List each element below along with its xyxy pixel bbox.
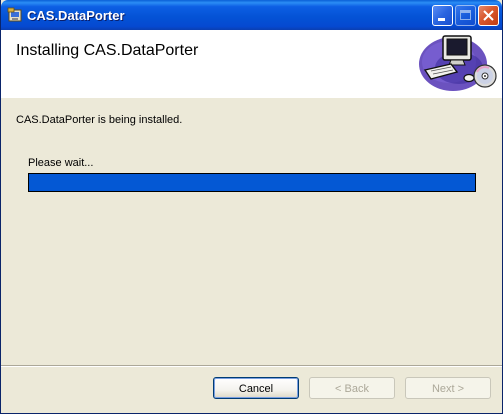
next-button[interactable]: Next > xyxy=(405,377,491,399)
title-bar[interactable]: CAS.DataPorter xyxy=(1,0,502,30)
computer-cd-icon xyxy=(419,35,497,91)
page-title: Installing CAS.DataPorter xyxy=(16,42,199,59)
banner-divider xyxy=(1,97,502,98)
back-button[interactable]: < Back xyxy=(309,377,395,399)
maximize-icon xyxy=(460,10,471,20)
window-title: CAS.DataPorter xyxy=(27,8,125,23)
installer-window: CAS.DataPorter Installing CAS.DataPorter xyxy=(0,0,503,414)
status-text: CAS.DataPorter is being installed. xyxy=(16,114,183,126)
cancel-button[interactable]: Cancel xyxy=(213,377,299,399)
minimize-icon xyxy=(438,18,445,21)
footer-divider xyxy=(1,365,502,367)
progress-fill xyxy=(29,174,475,191)
close-button[interactable] xyxy=(478,5,499,26)
progress-label: Please wait... xyxy=(28,157,94,169)
header-banner: Installing CAS.DataPorter xyxy=(1,30,502,98)
close-icon xyxy=(483,10,494,21)
minimize-button[interactable] xyxy=(432,5,453,26)
progress-bar xyxy=(28,173,476,192)
installer-icon xyxy=(7,7,22,22)
maximize-button[interactable] xyxy=(455,5,476,26)
